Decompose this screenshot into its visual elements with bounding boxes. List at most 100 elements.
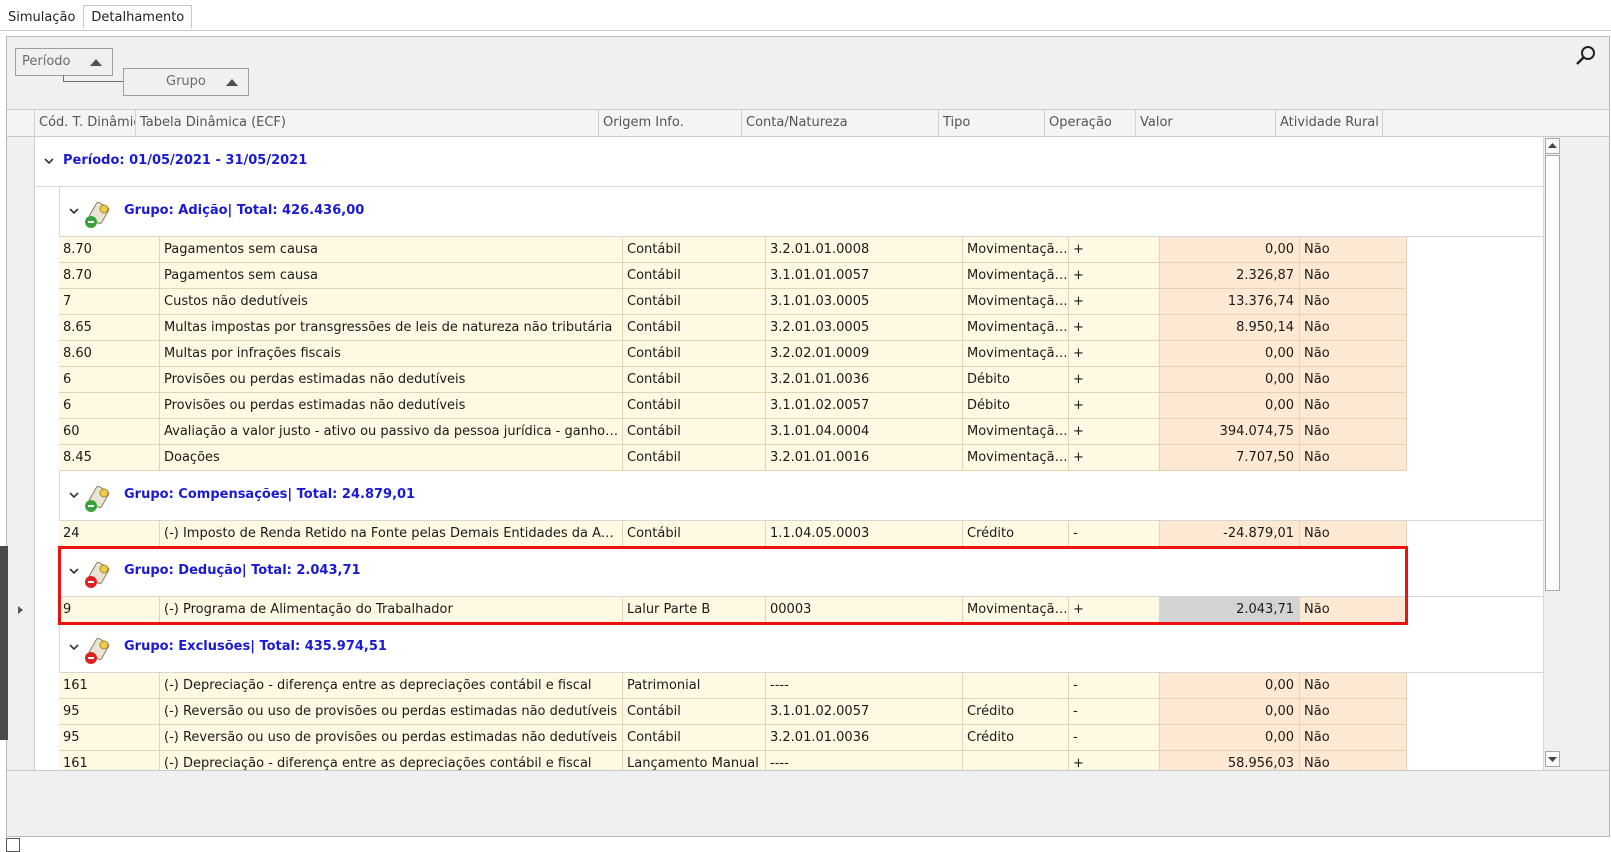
cell-atividade-rural[interactable]: Não [1300, 341, 1407, 367]
table-row[interactable]: 161 (-) Depreciação - diferença entre as … [59, 751, 1407, 770]
cell-valor[interactable]: 2.326,87 [1160, 263, 1300, 289]
table-row[interactable]: 161 (-) Depreciação - diferença entre as … [59, 673, 1407, 699]
cell-valor[interactable]: 0,00 [1160, 699, 1300, 725]
cell-conta[interactable]: 1.1.04.05.0003 [766, 521, 963, 547]
scroll-up-button[interactable] [1545, 138, 1560, 154]
group-by-grupo[interactable]: Grupo [123, 68, 249, 96]
cell-tabela[interactable]: Provisões ou perdas estimadas não dedutí… [160, 393, 623, 419]
cell-operacao[interactable]: + [1069, 445, 1160, 471]
cell-tabela[interactable]: Multas por infrações fiscais [160, 341, 623, 367]
cell-origem[interactable]: Contábil [623, 445, 766, 471]
cell-tabela[interactable]: Custos não dedutíveis [160, 289, 623, 315]
table-row[interactable]: 7 Custos não dedutíveis Contábil 3.1.01.03.… [59, 289, 1407, 315]
cell-valor[interactable]: 0,00 [1160, 237, 1300, 263]
cell-cod[interactable]: 24 [59, 521, 160, 547]
cell-cod[interactable]: 95 [59, 699, 160, 725]
cell-tipo[interactable]: Movimentação... [963, 341, 1069, 367]
cell-atividade-rural[interactable]: Não [1300, 521, 1407, 547]
cell-operacao[interactable]: + [1069, 237, 1160, 263]
cell-cod[interactable]: 9 [59, 597, 160, 623]
cell-origem[interactable]: Contábil [623, 263, 766, 289]
cell-tabela[interactable]: Multas impostas por transgressões de lei… [160, 315, 623, 341]
cell-tipo[interactable]: Crédito [963, 725, 1069, 751]
cell-tipo[interactable]: Movimentação... [963, 315, 1069, 341]
table-row[interactable]: 24 (-) Imposto de Renda Retido na Fonte p… [59, 521, 1407, 547]
table-row[interactable]: 60 Avaliação a valor justo - ativo ou pas… [59, 419, 1407, 445]
cell-valor[interactable]: 8.950,14 [1160, 315, 1300, 341]
cell-conta[interactable]: 00003 [766, 597, 963, 623]
cell-atividade-rural[interactable]: Não [1300, 419, 1407, 445]
table-row[interactable]: 9 (-) Programa de Alimentação do Trabalha… [59, 597, 1407, 623]
scroll-down-button[interactable] [1545, 751, 1560, 767]
cell-conta[interactable]: 3.2.01.01.0036 [766, 725, 963, 751]
cell-conta[interactable]: 3.1.01.02.0057 [766, 699, 963, 725]
cell-atividade-rural[interactable]: Não [1300, 699, 1407, 725]
cell-valor[interactable]: 7.707,50 [1160, 445, 1300, 471]
cell-cod[interactable]: 95 [59, 725, 160, 751]
group-by-periodo[interactable]: Período [15, 48, 113, 76]
header-conta-natureza[interactable]: Conta/Natureza [742, 110, 939, 136]
cell-cod[interactable]: 8.65 [59, 315, 160, 341]
cell-atividade-rural[interactable]: Não [1300, 315, 1407, 341]
cell-atividade-rural[interactable]: Não [1300, 673, 1407, 699]
cell-conta[interactable]: ---- [766, 751, 963, 770]
cell-origem[interactable]: Contábil [623, 237, 766, 263]
cell-origem[interactable]: Contábil [623, 341, 766, 367]
header-cod-t-dinamica[interactable]: Cód. T. Dinâmica [35, 110, 136, 136]
cell-tabela[interactable]: (-) Imposto de Renda Retido na Fonte pel… [160, 521, 623, 547]
cell-operacao[interactable]: + [1069, 419, 1160, 445]
table-row[interactable]: 95 (-) Reversão ou uso de provisões ou pe… [59, 699, 1407, 725]
cell-atividade-rural[interactable]: Não [1300, 367, 1407, 393]
cell-tipo[interactable]: Débito [963, 367, 1069, 393]
cell-operacao[interactable]: + [1069, 315, 1160, 341]
cell-valor[interactable]: 0,00 [1160, 341, 1300, 367]
table-row[interactable]: 6 Provisões ou perdas estimadas não dedut… [59, 367, 1407, 393]
collapse-chevron-icon[interactable] [69, 642, 79, 652]
cell-cod[interactable]: 8.45 [59, 445, 160, 471]
header-tipo[interactable]: Tipo [939, 110, 1045, 136]
header-valor[interactable]: Valor [1136, 110, 1276, 136]
cell-operacao[interactable]: + [1069, 367, 1160, 393]
cell-cod[interactable]: 8.70 [59, 237, 160, 263]
group-row[interactable]: Grupo: Compensações| Total: 24.879,01 [59, 471, 1543, 521]
collapse-chevron-icon[interactable] [69, 490, 79, 500]
cell-tabela[interactable]: (-) Depreciação - diferença entre as dep… [160, 751, 623, 770]
cell-tabela[interactable]: Avaliação a valor justo - ativo ou passi… [160, 419, 623, 445]
cell-cod[interactable]: 60 [59, 419, 160, 445]
cell-origem[interactable]: Contábil [623, 699, 766, 725]
cell-tipo[interactable]: Crédito [963, 521, 1069, 547]
cell-conta[interactable]: ---- [766, 673, 963, 699]
cell-conta[interactable]: 3.2.01.03.0005 [766, 315, 963, 341]
cell-valor[interactable]: 2.043,71 [1160, 597, 1300, 623]
cell-valor[interactable]: 58.956,03 [1160, 751, 1300, 770]
cell-cod[interactable]: 161 [59, 673, 160, 699]
cell-tabela[interactable]: (-) Depreciação - diferença entre as dep… [160, 673, 623, 699]
cell-tipo[interactable] [963, 673, 1069, 699]
cell-cod[interactable]: 6 [59, 393, 160, 419]
table-row[interactable]: 8.70 Pagamentos sem causa Contábil 3.1.01.0… [59, 263, 1407, 289]
cell-atividade-rural[interactable]: Não [1300, 237, 1407, 263]
cell-operacao[interactable]: - [1069, 699, 1160, 725]
cell-operacao[interactable]: - [1069, 521, 1160, 547]
table-row[interactable]: 8.45 Doações Contábil 3.2.01.01.0016 Movimen… [59, 445, 1407, 471]
tab-simulacao[interactable]: Simulação [0, 5, 83, 29]
cell-conta[interactable]: 3.2.02.01.0009 [766, 341, 963, 367]
cell-tipo[interactable]: Débito [963, 393, 1069, 419]
cell-atividade-rural[interactable]: Não [1300, 289, 1407, 315]
cell-tipo[interactable] [963, 751, 1069, 770]
vertical-scrollbar[interactable] [1543, 137, 1561, 770]
cell-conta[interactable]: 3.1.01.02.0057 [766, 393, 963, 419]
cell-atividade-rural[interactable]: Não [1300, 445, 1407, 471]
cell-operacao[interactable]: - [1069, 725, 1160, 751]
cell-valor[interactable]: -24.879,01 [1160, 521, 1300, 547]
cell-operacao[interactable]: + [1069, 341, 1160, 367]
option-checkbox[interactable] [6, 838, 20, 852]
header-tabela-dinamica[interactable]: Tabela Dinâmica (ECF) [136, 110, 599, 136]
cell-valor[interactable]: 0,00 [1160, 393, 1300, 419]
cell-tipo[interactable]: Movimentação... [963, 445, 1069, 471]
cell-conta[interactable]: 3.2.01.01.0036 [766, 367, 963, 393]
cell-origem[interactable]: Lançamento Manual [623, 751, 766, 770]
cell-operacao[interactable]: + [1069, 597, 1160, 623]
cell-tipo[interactable]: Movimentação... [963, 237, 1069, 263]
cell-valor[interactable]: 394.074,75 [1160, 419, 1300, 445]
